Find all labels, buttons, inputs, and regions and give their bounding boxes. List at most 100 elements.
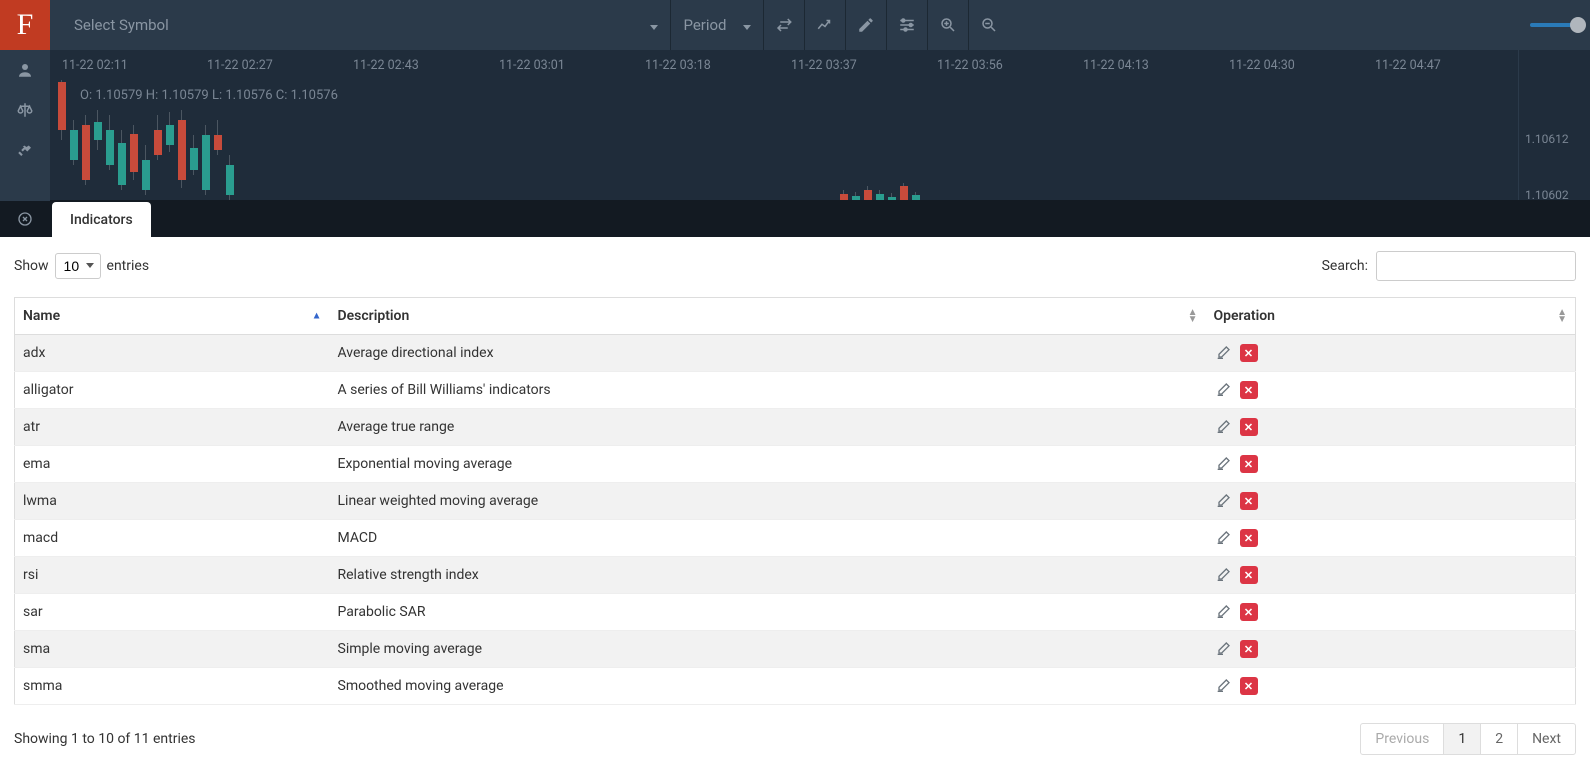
tab-strip: Indicators xyxy=(50,200,1590,237)
cell-operation: ✕ xyxy=(1206,631,1576,668)
cell-operation: ✕ xyxy=(1206,520,1576,557)
edit-icon[interactable] xyxy=(1214,677,1232,695)
delete-icon[interactable]: ✕ xyxy=(1240,677,1258,695)
edit-icon[interactable] xyxy=(1214,381,1232,399)
time-axis: 11-22 02:1111-22 02:2711-22 02:4311-22 0… xyxy=(50,50,1590,80)
time-tick: 11-22 03:37 xyxy=(791,58,857,73)
page-2[interactable]: 2 xyxy=(1480,723,1518,755)
zoom-slider[interactable] xyxy=(1530,23,1580,27)
table-controls: Show 10 entries Search: xyxy=(14,251,1576,281)
search-control: Search: xyxy=(1322,251,1576,281)
cell-description: Average directional index xyxy=(330,335,1206,372)
sort-both-icon: ▲▼ xyxy=(1188,309,1198,323)
delete-icon[interactable]: ✕ xyxy=(1240,566,1258,584)
page-next[interactable]: Next xyxy=(1517,723,1576,755)
delete-icon[interactable]: ✕ xyxy=(1240,381,1258,399)
edit-icon[interactable] xyxy=(1214,566,1232,584)
time-tick: 11-22 03:01 xyxy=(499,58,565,73)
sliders-icon[interactable] xyxy=(887,0,927,50)
cell-operation: ✕ xyxy=(1206,594,1576,631)
cell-operation: ✕ xyxy=(1206,372,1576,409)
edit-icon[interactable] xyxy=(1214,529,1232,547)
app-logo[interactable]: F xyxy=(0,0,50,50)
table-row: alligatorA series of Bill Williams' indi… xyxy=(15,372,1576,409)
slider-thumb[interactable] xyxy=(1570,17,1586,33)
edit-icon[interactable] xyxy=(1214,455,1232,473)
cell-operation: ✕ xyxy=(1206,668,1576,705)
edit-icon[interactable] xyxy=(1214,344,1232,362)
time-tick: 11-22 04:13 xyxy=(1083,58,1149,73)
time-tick: 11-22 03:56 xyxy=(937,58,1003,73)
page-1[interactable]: 1 xyxy=(1443,723,1481,755)
close-panel-button[interactable] xyxy=(0,201,50,237)
chart-area[interactable]: 11-22 02:1111-22 02:2711-22 02:4311-22 0… xyxy=(50,50,1590,200)
time-tick: 11-22 04:47 xyxy=(1375,58,1441,73)
delete-icon[interactable]: ✕ xyxy=(1240,492,1258,510)
edit-icon[interactable] xyxy=(1214,418,1232,436)
page-prev[interactable]: Previous xyxy=(1360,723,1444,755)
page-length-select[interactable]: 10 xyxy=(55,253,101,279)
user-icon[interactable] xyxy=(0,50,50,90)
zoom-out-icon[interactable] xyxy=(969,0,1009,50)
balance-icon[interactable] xyxy=(0,90,50,130)
cell-name: alligator xyxy=(15,372,330,409)
chevron-down-icon xyxy=(743,16,751,34)
edit-icon[interactable] xyxy=(1214,492,1232,510)
cell-name: lwma xyxy=(15,483,330,520)
cell-name: rsi xyxy=(15,557,330,594)
delete-icon[interactable]: ✕ xyxy=(1240,455,1258,473)
delete-icon[interactable]: ✕ xyxy=(1240,529,1258,547)
table-row: smaSimple moving average✕ xyxy=(15,631,1576,668)
chevron-down-icon xyxy=(650,16,658,34)
tab-indicators[interactable]: Indicators xyxy=(52,202,151,237)
period-select[interactable]: Period xyxy=(671,0,763,50)
cell-operation: ✕ xyxy=(1206,557,1576,594)
pencil-icon[interactable] xyxy=(846,0,886,50)
table-row: adxAverage directional index✕ xyxy=(15,335,1576,372)
search-input[interactable] xyxy=(1376,251,1576,281)
table-row: atrAverage true range✕ xyxy=(15,409,1576,446)
table-row: macdMACD ✕ xyxy=(15,520,1576,557)
delete-icon[interactable]: ✕ xyxy=(1240,418,1258,436)
cell-description: MACD xyxy=(330,520,1206,557)
top-toolbar: F Select Symbol Period xyxy=(0,0,1590,50)
cell-description: Relative strength index xyxy=(330,557,1206,594)
price-tick: 1.10602 xyxy=(1525,188,1569,200)
cell-description: Linear weighted moving average xyxy=(330,483,1206,520)
show-label-prefix: Show xyxy=(14,258,49,274)
delete-icon[interactable]: ✕ xyxy=(1240,344,1258,362)
table-info: Showing 1 to 10 of 11 entries xyxy=(14,731,196,747)
cell-description: Smoothed moving average xyxy=(330,668,1206,705)
table-row: rsiRelative strength index ✕ xyxy=(15,557,1576,594)
cell-description: A series of Bill Williams' indicators xyxy=(330,372,1206,409)
cell-name: smma xyxy=(15,668,330,705)
cell-description: Parabolic SAR xyxy=(330,594,1206,631)
cell-operation: ✕ xyxy=(1206,446,1576,483)
edit-icon[interactable] xyxy=(1214,603,1232,621)
col-description[interactable]: Description ▲▼ xyxy=(330,298,1206,335)
time-tick: 11-22 04:30 xyxy=(1229,58,1295,73)
price-axis: 1.10612 1.10602 xyxy=(1518,50,1590,200)
edit-icon[interactable] xyxy=(1214,640,1232,658)
table-row: emaExponential moving average✕ xyxy=(15,446,1576,483)
symbol-select[interactable]: Select Symbol xyxy=(50,0,670,50)
cell-description: Exponential moving average xyxy=(330,446,1206,483)
price-tick: 1.10612 xyxy=(1525,132,1569,146)
indicators-table: Name ▲ Description ▲▼ Operation ▲▼ adxAv… xyxy=(14,297,1576,705)
cell-name: macd xyxy=(15,520,330,557)
col-operation[interactable]: Operation ▲▼ xyxy=(1206,298,1576,335)
delete-icon[interactable]: ✕ xyxy=(1240,640,1258,658)
search-label: Search: xyxy=(1322,258,1368,274)
chart-icon[interactable] xyxy=(805,0,845,50)
cell-description: Simple moving average xyxy=(330,631,1206,668)
zoom-in-icon[interactable] xyxy=(928,0,968,50)
cell-operation: ✕ xyxy=(1206,483,1576,520)
delete-icon[interactable]: ✕ xyxy=(1240,603,1258,621)
time-tick: 11-22 03:18 xyxy=(645,58,711,73)
show-label-suffix: entries xyxy=(107,258,150,274)
col-name[interactable]: Name ▲ xyxy=(15,298,330,335)
handshake-icon[interactable] xyxy=(0,130,50,170)
swap-icon[interactable] xyxy=(764,0,804,50)
symbol-select-label: Select Symbol xyxy=(74,16,169,34)
table-footer: Showing 1 to 10 of 11 entries Previous12… xyxy=(14,723,1576,755)
